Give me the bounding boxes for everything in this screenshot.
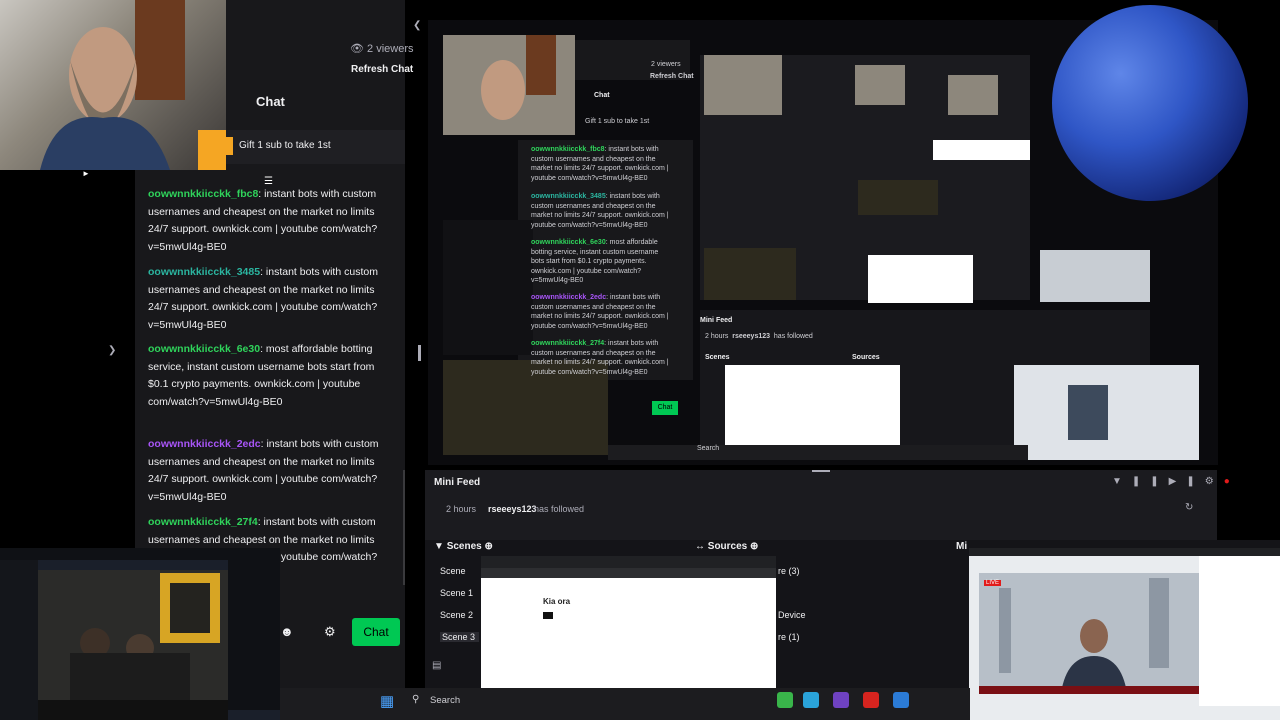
taskbar-search-label: Search — [430, 695, 461, 706]
chat-username[interactable]: oowwnnkkiicckk_3485 — [148, 266, 260, 278]
split-icon[interactable]: ↔ — [695, 541, 705, 552]
planet-image — [1052, 5, 1248, 201]
telegram-icon[interactable] — [803, 692, 819, 708]
scene-item[interactable]: Scene 2 — [440, 610, 473, 620]
add-icon[interactable]: ⊕ — [485, 541, 493, 552]
nested-chat-user: oowwnnkkiicckk_27f4 — [531, 340, 605, 347]
browser-tabbar — [481, 556, 776, 568]
mute-icon[interactable]: ● — [1224, 476, 1240, 487]
nested-chat-preview: oowwnnkkiicckk_fbc8: instant bots with c… — [531, 145, 671, 183]
app-icon[interactable] — [893, 692, 909, 708]
chat-send-button[interactable]: Chat — [352, 618, 400, 646]
eye-icon: 👁 — [350, 43, 364, 55]
nested-chat-preview: oowwnnkkiicckk_3485: instant bots with c… — [531, 192, 671, 230]
refresh-icon[interactable]: ↻ — [1185, 502, 1193, 513]
filter-icon[interactable]: ▼ — [1112, 476, 1132, 487]
collapse-icon[interactable]: ☰ — [264, 176, 273, 187]
chat-message: oowwnnkkiicckk_6e30: most affordable bot… — [148, 341, 388, 411]
mini-feed-controls: ▼❚❚▶❚⚙● — [1112, 476, 1240, 487]
chat-scrollbar[interactable] — [418, 345, 421, 361]
emoji-icon[interactable]: ☻ — [280, 624, 294, 639]
nested-chat-user: oowwnnkkiicckk_6e30 — [531, 239, 606, 246]
mini-feed-title: Mini Feed — [434, 477, 481, 488]
mini-feed-user[interactable]: rseeeys123 — [488, 504, 537, 514]
game-stream-image — [0, 548, 280, 720]
gift-icon — [225, 137, 233, 155]
app-icon[interactable] — [777, 692, 793, 708]
chat-username[interactable]: oowwnnkkiicckk_6e30 — [148, 343, 260, 355]
nested-mini-feed-title: Mini Feed — [700, 317, 733, 324]
nested-chat-user: oowwnnkkiicckk_fbc8 — [531, 146, 605, 153]
mixer-title: Mi — [956, 541, 968, 552]
nested-chat-preview: oowwnnkkiicckk_6e30: most affordable bot… — [531, 238, 671, 286]
dock-drag-handle[interactable] — [812, 470, 830, 472]
nested-chat-button: Chat — [652, 401, 678, 415]
scenes-title: ▼ Scenes ⊕ — [434, 541, 493, 552]
play-icon[interactable]: ► — [82, 169, 90, 178]
chat-username[interactable]: oowwnnkkiicckk_fbc8 — [148, 188, 258, 200]
gear-icon[interactable]: ⚙ — [324, 624, 336, 640]
scene-item[interactable]: Scene — [440, 566, 466, 576]
game-stream-thumbnail — [0, 548, 280, 720]
chat-username[interactable]: oowwnnkkiicckk_27f4 — [148, 516, 258, 528]
webcam-feed — [0, 0, 226, 170]
skip-icon[interactable]: ▶❚ — [1169, 476, 1205, 487]
nested-mini-feed-entry: 2 hours rseeeys123 has followed — [705, 333, 813, 340]
add-icon[interactable]: ⊕ — [750, 541, 758, 552]
chat-username[interactable]: oowwnnkkiicckk_2edc — [148, 438, 261, 450]
browser-toolbar — [481, 568, 776, 578]
nested-viewers: 2 viewers — [651, 61, 681, 68]
nested-refresh: Refresh Chat — [650, 73, 694, 80]
source-item[interactable]: Device — [778, 610, 806, 620]
refresh-chat-button[interactable]: Refresh Chat — [351, 64, 413, 75]
app-icon[interactable] — [863, 692, 879, 708]
source-item[interactable]: re (3) — [778, 566, 800, 576]
scene-item[interactable]: Scene 1 — [440, 588, 473, 598]
nested-chat-preview: oowwnnkkiicckk_27f4: instant bots with c… — [531, 339, 671, 377]
news-stream-thumbnail: LIVE — [969, 548, 1280, 720]
chevron-right-icon[interactable]: ❯ — [108, 345, 116, 356]
nested-scenes-title: Scenes — [705, 354, 730, 361]
nested-taskbar-search: Search — [697, 445, 720, 452]
search-icon: ⚲ — [412, 694, 420, 705]
nested-sources-title: Sources — [852, 354, 880, 361]
gift-text: Gift 1 sub to take 1st — [239, 140, 331, 151]
webcam-image — [40, 0, 226, 170]
mini-feed-action: has followed — [534, 504, 585, 514]
browser-heading: Kia ora — [543, 597, 571, 606]
app-icon[interactable] — [833, 692, 849, 708]
chevron-left-icon[interactable]: ❮ — [413, 20, 421, 31]
chat-message: oowwnnkkiicckk_fbc8: instant bots with c… — [148, 186, 388, 256]
viewer-count: 👁 2 viewers — [350, 43, 414, 55]
chat-message: oowwnnkkiicckk_3485: instant bots with c… — [148, 264, 388, 334]
nested-chat-title: Chat — [594, 92, 610, 99]
windows-icon[interactable]: ▦ — [380, 692, 394, 710]
settings-icon[interactable]: ⚙ — [1205, 476, 1224, 487]
chat-title: Chat — [256, 94, 285, 109]
chat-scroll-track[interactable] — [403, 470, 405, 585]
stats-icon[interactable]: ▤ — [432, 660, 441, 671]
nested-gift-text: Gift 1 sub to take 1st — [585, 118, 650, 125]
browser-avatar — [543, 612, 553, 619]
pause-icon[interactable]: ❚❚ — [1132, 476, 1169, 487]
scene-item-selected[interactable]: Scene 3 — [440, 632, 480, 642]
nested-chat-user: oowwnnkkiicckk_3485 — [531, 193, 606, 200]
live-badge: LIVE — [984, 580, 1002, 586]
mini-feed-time: 2 hours — [446, 504, 477, 514]
nested-chat-preview: oowwnnkkiicckk_2edc: instant bots with c… — [531, 293, 671, 331]
nested-chat-user: oowwnnkkiicckk_2edc — [531, 294, 607, 301]
source-item[interactable]: re (1) — [778, 632, 800, 642]
news-stream-image — [969, 548, 1280, 706]
chat-message: oowwnnkkiicckk_2edc: instant bots with c… — [148, 436, 388, 506]
sources-title: ↔ Sources ⊕ — [695, 541, 759, 552]
